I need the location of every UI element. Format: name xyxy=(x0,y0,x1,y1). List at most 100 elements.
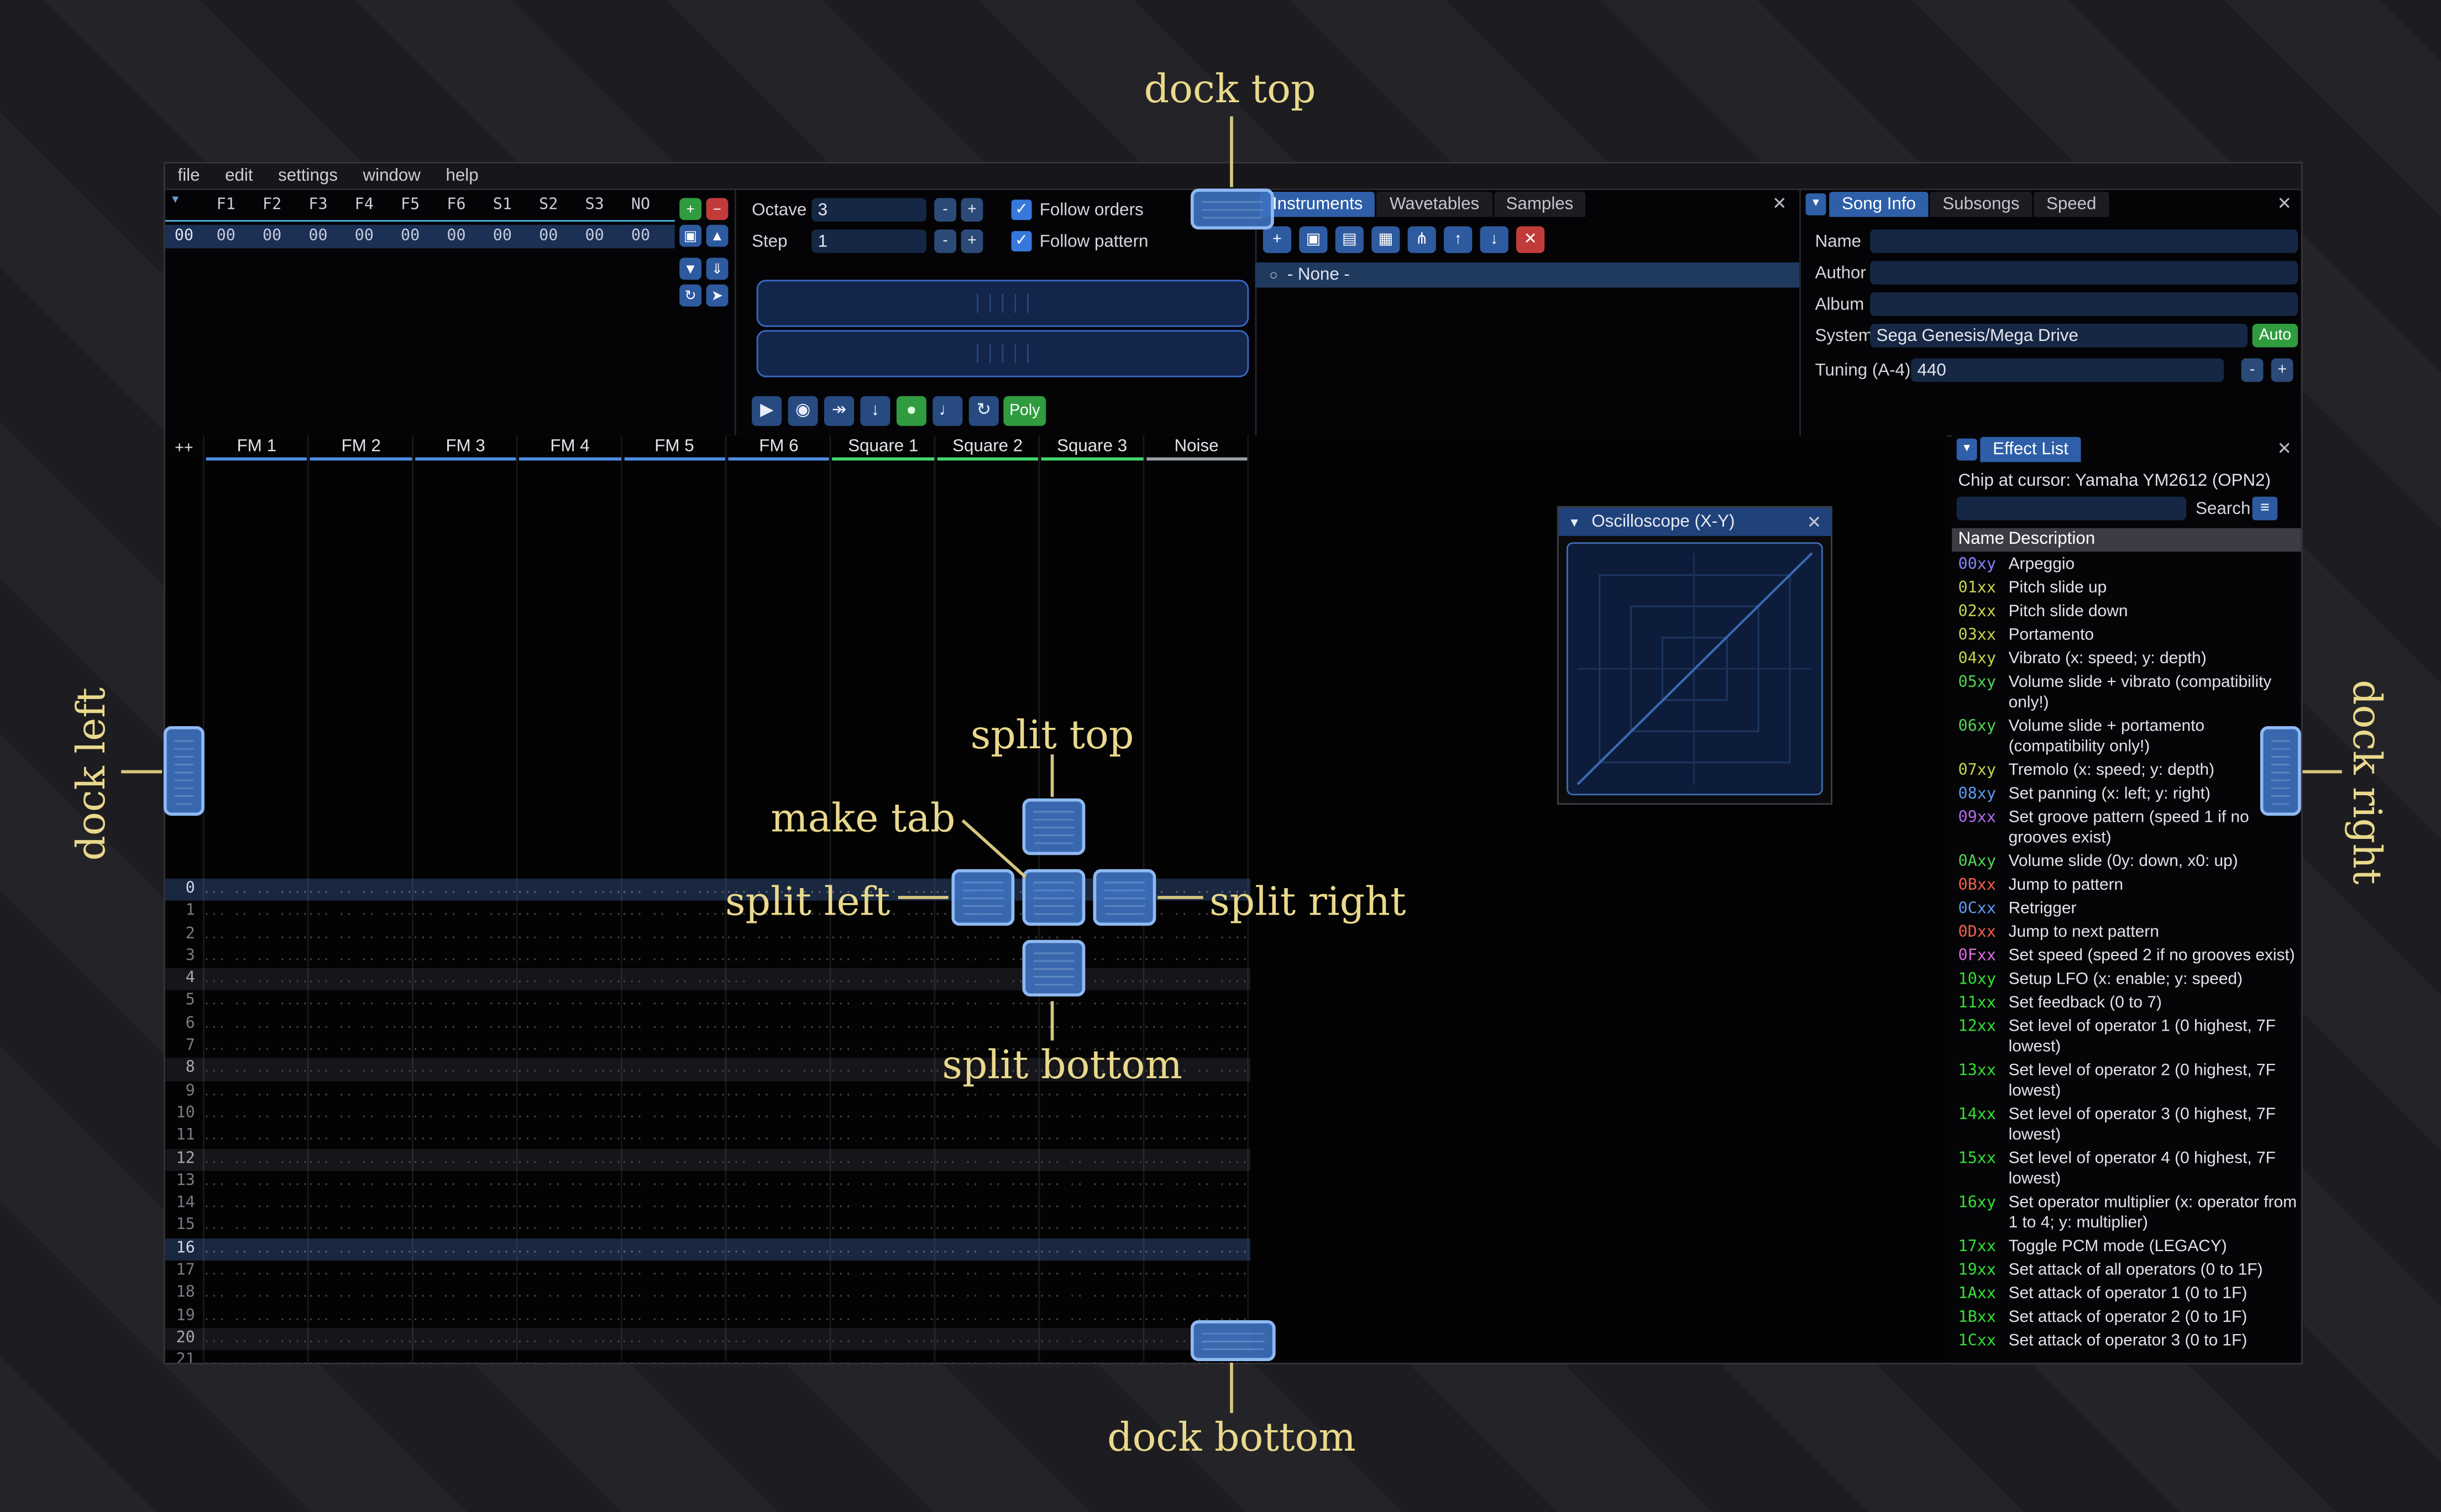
tab-effect-list[interactable]: Effect List xyxy=(1980,437,2081,463)
pattern-cell[interactable]: ... .. .. .... xyxy=(1143,923,1247,946)
pattern-cell[interactable]: ... .. .. .... xyxy=(412,1283,516,1306)
pattern-cell[interactable]: ... .. .. .... xyxy=(621,991,725,1014)
duplicate-order-button[interactable]: ▣ xyxy=(679,224,702,247)
open-instrument-button[interactable]: ▤ xyxy=(1335,226,1364,253)
pattern-cell[interactable]: ... .. .. .... xyxy=(307,1351,412,1362)
pattern-cell[interactable]: ... .. .. .... xyxy=(307,1148,412,1171)
pattern-cell[interactable]: ... .. .. .... xyxy=(934,1148,1038,1171)
pattern-cell[interactable]: ... .. .. .... xyxy=(412,1351,516,1362)
pattern-cell[interactable]: ... .. .. .... xyxy=(203,1036,307,1058)
pattern-cell[interactable]: ... .. .. .... xyxy=(203,1193,307,1216)
pattern-row[interactable]: 10 ... .. .. .... ... .. .. .... ... .. … xyxy=(165,1103,1250,1126)
pattern-cell[interactable]: ... .. .. .... xyxy=(725,1193,830,1216)
pattern-cell[interactable]: ... .. .. .... xyxy=(934,1126,1038,1148)
pattern-cell[interactable]: ... .. .. .... xyxy=(516,1238,621,1261)
pattern-cell[interactable]: ... .. .. .... xyxy=(621,1216,725,1238)
pattern-row[interactable]: 15 ... .. .. .... ... .. .. .... ... .. … xyxy=(165,1216,1250,1238)
pattern-cell[interactable]: ... .. .. .... xyxy=(1038,1014,1143,1036)
pattern-cell[interactable]: ... .. .. .... xyxy=(203,1058,307,1081)
pattern-cell[interactable]: ... .. .. .... xyxy=(412,1216,516,1238)
pattern-cell[interactable]: ... .. .. .... xyxy=(307,1216,412,1238)
order-edit-button[interactable]: ➤ xyxy=(706,284,729,307)
pattern-cell[interactable]: ... .. .. .... xyxy=(1038,1126,1143,1148)
pattern-cell[interactable]: ... .. .. .... xyxy=(307,1058,412,1081)
pattern-cell[interactable]: ... .. .. .... xyxy=(203,1328,307,1351)
order-cell[interactable]: 00 xyxy=(572,225,617,249)
move-order-up-button[interactable]: ▲ xyxy=(706,224,729,247)
pattern-cell[interactable]: ... .. .. .... xyxy=(725,1261,830,1283)
order-cell[interactable]: 00 xyxy=(295,225,341,249)
pattern-cell[interactable]: ... .. .. .... xyxy=(1038,1238,1143,1261)
pattern-cell[interactable]: ... .. .. .... xyxy=(307,901,412,924)
pattern-cell[interactable]: ... .. .. .... xyxy=(412,1328,516,1351)
pattern-cell[interactable]: ... .. .. .... xyxy=(307,1036,412,1058)
duplicate-instrument-button[interactable]: ▣ xyxy=(1299,226,1328,253)
pattern-cell[interactable]: ... .. .. .... xyxy=(725,1216,830,1238)
pattern-cell[interactable]: ... .. .. .... xyxy=(830,1216,934,1238)
pattern-row[interactable]: 20 ... .. .. .... ... .. .. .... ... .. … xyxy=(165,1328,1251,1351)
pattern-cell[interactable]: ... .. .. .... xyxy=(516,1058,621,1081)
pattern-row[interactable]: 12 ... .. .. .... ... .. .. .... ... .. … xyxy=(165,1148,1251,1171)
tuning-decrease-button[interactable]: - xyxy=(2241,358,2264,382)
pattern-cell[interactable]: ... .. .. .... xyxy=(934,1170,1038,1193)
pattern-row[interactable]: 13 ... .. .. .... ... .. .. .... ... .. … xyxy=(165,1170,1250,1193)
pattern-cell[interactable]: ... .. .. .... xyxy=(1143,968,1247,991)
pattern-cell[interactable]: ... .. .. .... xyxy=(725,1126,830,1148)
pattern-cell[interactable]: ... .. .. .... xyxy=(307,1238,412,1261)
repeat-pattern-button[interactable]: ↻ xyxy=(968,396,999,426)
step-decrease-button[interactable]: - xyxy=(934,229,957,253)
piano-keyboard[interactable] xyxy=(756,330,1249,377)
pattern-cell[interactable]: ... .. .. .... xyxy=(621,1148,725,1171)
pattern-cell[interactable]: ... .. .. .... xyxy=(516,968,621,991)
pattern-row[interactable]: 3 ... .. .. .... ... .. .. .... ... .. .… xyxy=(165,946,1250,969)
channel-header[interactable]: FM 3 xyxy=(413,435,518,462)
menu-item[interactable]: window xyxy=(350,166,433,185)
pattern-cell[interactable]: ... .. .. .... xyxy=(830,1103,934,1126)
pattern-cell[interactable]: ... .. .. .... xyxy=(621,1193,725,1216)
remove-order-button[interactable]: − xyxy=(706,198,729,221)
pattern-cell[interactable]: ... .. .. .... xyxy=(307,1283,412,1306)
pattern-cell[interactable]: ... .. .. .... xyxy=(621,946,725,969)
pattern-cell[interactable]: ... .. .. .... xyxy=(203,1305,307,1328)
pattern-cell[interactable]: ... .. .. .... xyxy=(725,1148,830,1171)
pattern-row[interactable]: 1 ... .. .. .... ... .. .. .... ... .. .… xyxy=(165,901,1250,924)
pattern-cell[interactable]: ... .. .. .... xyxy=(725,923,830,946)
close-icon[interactable]: ✕ xyxy=(2277,193,2292,214)
pattern-cell[interactable]: ... .. .. .... xyxy=(830,1238,934,1261)
pattern-cell[interactable]: ... .. .. .... xyxy=(412,1148,516,1171)
pattern-cell[interactable]: ... .. .. .... xyxy=(307,946,412,969)
pattern-row[interactable]: 14 ... .. .. .... ... .. .. .... ... .. … xyxy=(165,1193,1250,1216)
menu-item[interactable]: file xyxy=(165,166,213,185)
pattern-cell[interactable]: ... .. .. .... xyxy=(1143,1238,1247,1261)
tuning-field[interactable] xyxy=(1911,358,2224,382)
pattern-cell[interactable]: ... .. .. .... xyxy=(307,991,412,1014)
collapse-icon[interactable]: ▼ xyxy=(1956,438,1977,461)
pattern-cell[interactable]: ... .. .. .... xyxy=(725,1014,830,1036)
pattern-row[interactable]: 19 ... .. .. .... ... .. .. .... ... .. … xyxy=(165,1305,1250,1328)
pattern-cell[interactable]: ... .. .. .... xyxy=(203,1170,307,1193)
pattern-cell[interactable]: ... .. .. .... xyxy=(621,1328,725,1351)
pattern-cell[interactable]: ... .. .. .... xyxy=(934,1216,1038,1238)
pattern-cell[interactable]: ... .. .. .... xyxy=(934,1193,1038,1216)
pattern-cell[interactable]: ... .. .. .... xyxy=(307,1103,412,1126)
add-order-button[interactable]: + xyxy=(679,198,702,221)
pattern-cell[interactable]: ... .. .. .... xyxy=(934,1305,1038,1328)
close-icon[interactable]: ✕ xyxy=(1807,512,1821,532)
pattern-cell[interactable]: ... .. .. .... xyxy=(203,1014,307,1036)
order-cell[interactable]: 00 xyxy=(387,225,433,249)
pattern-cell[interactable]: ... .. .. .... xyxy=(830,1036,934,1058)
order-cell[interactable]: 00 xyxy=(341,225,387,249)
pattern-cell[interactable]: ... .. .. .... xyxy=(516,1014,621,1036)
pattern-cell[interactable]: ... .. .. .... xyxy=(307,879,412,901)
channel-header[interactable]: Square 3 xyxy=(1040,435,1144,462)
pattern-cell[interactable]: ... .. .. .... xyxy=(621,1170,725,1193)
pattern-row[interactable]: 21 ... .. .. .... ... .. .. .... ... .. … xyxy=(165,1351,1250,1363)
pattern-cell[interactable]: ... .. .. .... xyxy=(516,1170,621,1193)
pattern-cell[interactable]: ... .. .. .... xyxy=(725,1103,830,1126)
pattern-cell[interactable]: ... .. .. .... xyxy=(1143,1261,1247,1283)
pattern-cell[interactable]: ... .. .. .... xyxy=(725,991,830,1014)
pattern-cell[interactable]: ... .. .. .... xyxy=(203,1238,307,1261)
pattern-cell[interactable]: ... .. .. .... xyxy=(412,1170,516,1193)
follow-pattern-label[interactable]: Follow pattern xyxy=(1040,233,1149,251)
pattern-cell[interactable]: ... .. .. .... xyxy=(307,923,412,946)
